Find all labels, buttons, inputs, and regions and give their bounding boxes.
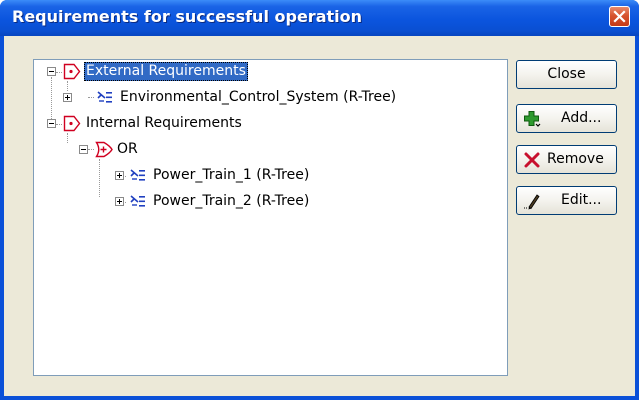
- close-icon: [613, 10, 626, 23]
- or-gate-icon: [95, 141, 113, 158]
- title-close-button[interactable]: [609, 6, 630, 27]
- r-tree-icon: [130, 195, 145, 207]
- remove-x-icon: [524, 152, 540, 168]
- tree-node-label[interactable]: External Requirements: [84, 62, 248, 81]
- tree-node-external-requirements[interactable]: External Requirements: [34, 61, 334, 83]
- requirement-group-icon: [63, 63, 81, 80]
- r-tree-icon: [97, 91, 112, 103]
- title-bar[interactable]: Requirements for successful operation: [0, 0, 639, 36]
- collapse-toggle[interactable]: [79, 145, 88, 154]
- add-button-label: Add...: [561, 110, 602, 126]
- pencil-icon: [524, 194, 540, 210]
- add-button[interactable]: Add...: [516, 104, 617, 133]
- collapse-toggle[interactable]: [47, 119, 56, 128]
- window-title: Requirements for successful operation: [12, 7, 362, 26]
- requirements-tree[interactable]: External Requirements Environmental_Cont…: [33, 59, 508, 376]
- tree-node-environmental-control-system[interactable]: Environmental_Control_System (R-Tree): [34, 87, 494, 109]
- dialog-window: Requirements for successful operation Ex…: [0, 0, 639, 400]
- tree-node-internal-requirements[interactable]: Internal Requirements: [34, 113, 334, 135]
- remove-button-label: Remove: [547, 151, 604, 167]
- edit-button[interactable]: Edit...: [516, 186, 617, 215]
- tree-node-label[interactable]: Power_Train_1 (R-Tree): [151, 166, 311, 185]
- expand-toggle[interactable]: [63, 93, 72, 102]
- edit-button-label: Edit...: [561, 192, 602, 208]
- tree-node-label[interactable]: OR: [115, 140, 140, 159]
- add-plus-icon: [524, 111, 541, 127]
- close-button[interactable]: Close: [516, 60, 617, 89]
- dialog-body: External Requirements Environmental_Cont…: [4, 36, 635, 396]
- tree-node-or[interactable]: OR: [34, 139, 234, 161]
- tree-node-label[interactable]: Internal Requirements: [84, 114, 244, 133]
- collapse-toggle[interactable]: [47, 67, 56, 76]
- tree-node-power-train-1[interactable]: Power_Train_1 (R-Tree): [34, 165, 394, 187]
- remove-button[interactable]: Remove: [516, 145, 617, 174]
- tree-node-label[interactable]: Power_Train_2 (R-Tree): [151, 192, 311, 211]
- tree-node-power-train-2[interactable]: Power_Train_2 (R-Tree): [34, 191, 394, 213]
- r-tree-icon: [130, 169, 145, 181]
- tree-node-label[interactable]: Environmental_Control_System (R-Tree): [118, 88, 398, 107]
- expand-toggle[interactable]: [115, 197, 124, 206]
- requirement-group-icon: [63, 115, 81, 132]
- expand-toggle[interactable]: [115, 171, 124, 180]
- close-button-label: Close: [547, 66, 586, 82]
